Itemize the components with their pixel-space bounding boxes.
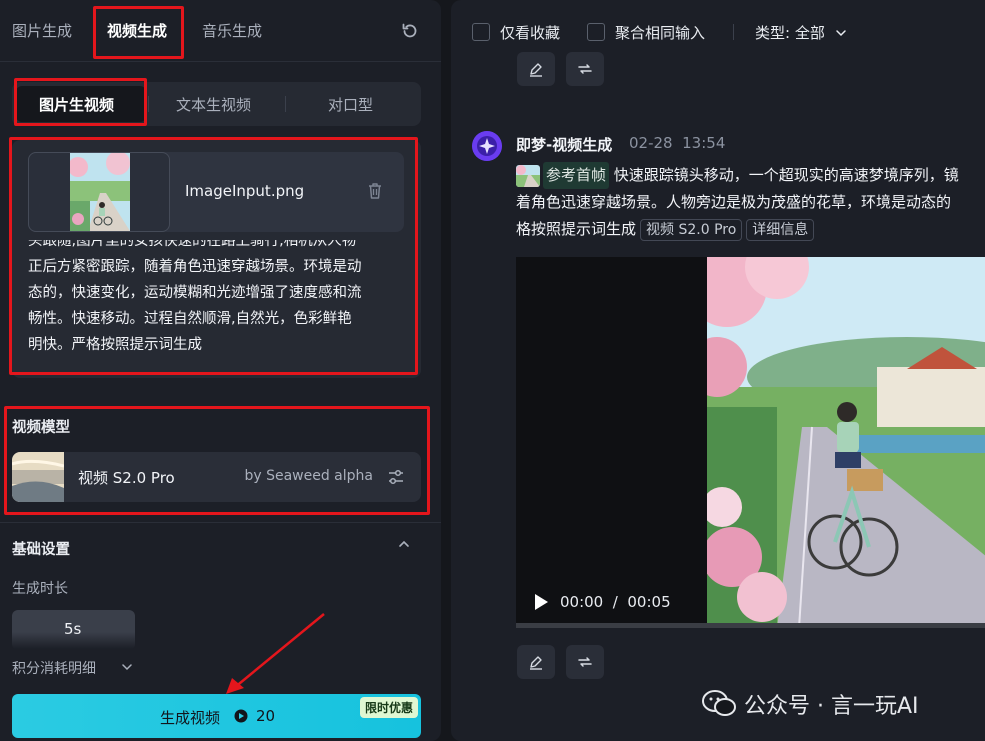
model-tag[interactable]: 视频 S2.0 Pro [640, 219, 743, 241]
message-line: 参考首帧 快速跟踪镜头移动，一个超现实的高速梦境序列，镜 [516, 162, 985, 189]
sliders-icon[interactable] [387, 468, 405, 486]
subtab-text-to-video[interactable]: 文本生视频 [176, 94, 251, 115]
reference-frame-tag[interactable]: 参考首帧 [543, 162, 610, 189]
prompt-area[interactable]: 头跟随,图片里的女孩快速的在路上骑行,相机从人物 正后方紧密跟踪，随着角色迅速穿… [12, 240, 421, 368]
message-timestamp: 02-28 13:54 [629, 134, 725, 152]
message-author: 即梦-视频生成 [516, 136, 613, 154]
prompt-line: 态的，快速变化，运动模糊和光迹增强了速度感和流 [28, 285, 362, 301]
points-icon [234, 709, 248, 723]
generate-video-button[interactable]: 生成视频 20 限时优惠 [12, 694, 421, 738]
message-line: 格按照提示词生成 视频 S2.0 Pro 详细信息 [516, 216, 985, 243]
prompt-text: 头跟随,图片里的女孩快速的在路上骑行,相机从人物 正后方紧密跟踪，随着角色迅速穿… [28, 240, 408, 358]
video-progress-bar[interactable] [516, 623, 985, 628]
left-panel: 图片生成 视频生成 音乐生成 图片生视频 文本生视频 对口型 ImageInpu… [0, 0, 441, 741]
top-nav: 图片生成 视频生成 音乐生成 [0, 0, 441, 62]
model-provider: by Seaweed alpha [244, 468, 373, 484]
duration-label: 生成时长 [12, 581, 68, 597]
scroll-fade [0, 632, 441, 660]
divider [148, 96, 149, 112]
assistant-avatar-icon [472, 131, 502, 161]
right-panel: 仅看收藏 聚合相同输入 类型: 全部 即梦-视频生成 02-28 13:54 参… [451, 0, 985, 741]
video-time: 00:00 / 00:05 [560, 593, 671, 611]
prompt-line: 头跟随,图片里的女孩快速的在路上骑行,相机从人物 [28, 240, 357, 249]
chevron-down-icon[interactable] [121, 661, 133, 673]
wechat-logo-icon [702, 690, 736, 716]
reference-frame-thumbnail[interactable] [516, 164, 540, 187]
subtab-image-to-video[interactable]: 图片生视频 [39, 94, 114, 115]
video-player[interactable]: 00:00 / 00:05 [516, 257, 985, 628]
video-current-time: 00:00 [560, 593, 604, 611]
message-date: 02-28 [629, 134, 673, 152]
play-icon[interactable] [534, 594, 548, 610]
refresh-icon[interactable] [401, 22, 419, 40]
thumb-frame [28, 152, 170, 232]
details-tag[interactable]: 详细信息 [746, 219, 815, 241]
video-frame [707, 257, 985, 628]
edit-button[interactable] [517, 645, 555, 679]
model-selector[interactable]: 视频 S2.0 Pro by Seaweed alpha [12, 452, 421, 502]
regenerate-button[interactable] [566, 645, 604, 679]
merge-checkbox[interactable] [587, 23, 605, 41]
video-duration: 00:05 [627, 593, 671, 611]
repeat-icon [578, 64, 592, 74]
pencil-icon [530, 656, 542, 670]
subtab-bar: 图片生视频 文本生视频 对口型 [12, 82, 421, 126]
video-time-separator: / [612, 593, 618, 611]
tab-image-gen[interactable]: 图片生成 [12, 20, 72, 41]
trash-icon[interactable] [367, 182, 383, 200]
message-text: 格按照提示词生成 [516, 220, 637, 238]
generate-cost: 20 [256, 707, 276, 725]
divider [733, 24, 734, 40]
points-detail-toggle[interactable]: 积分消耗明细 [12, 658, 96, 678]
divider [285, 96, 286, 112]
image-thumbnail [70, 153, 130, 231]
watermark-text: 公众号 · 言一玩AI [744, 694, 919, 719]
favorites-checkbox[interactable] [472, 23, 490, 41]
divider [0, 522, 441, 523]
message-time: 13:54 [682, 134, 726, 152]
message-body: 参考首帧 快速跟踪镜头移动，一个超现实的高速梦境序列，镜 着角色迅速穿越场景。人… [516, 162, 985, 243]
edit-button[interactable] [517, 52, 555, 86]
basic-settings-title[interactable]: 基础设置 [12, 538, 70, 559]
uploaded-file[interactable]: ImageInput.png [28, 152, 404, 232]
upload-card: ImageInput.png 头跟随,图片里的女孩快速的在路上骑行,相机从人物 … [12, 140, 421, 378]
file-name: ImageInput.png [185, 182, 305, 200]
chevron-up-icon[interactable] [397, 537, 411, 551]
tab-music-gen[interactable]: 音乐生成 [202, 20, 262, 41]
model-name: 视频 S2.0 Pro [78, 469, 175, 487]
tab-video-gen[interactable]: 视频生成 [107, 20, 167, 41]
regenerate-button[interactable] [566, 52, 604, 86]
favorites-only-label[interactable]: 仅看收藏 [500, 22, 560, 43]
message-text: 着角色迅速穿越场景。人物旁边是极为茂盛的花草，环境是动态的 [516, 193, 952, 211]
pencil-icon [530, 63, 542, 77]
repeat-icon [578, 657, 592, 667]
promo-badge: 限时优惠 [359, 697, 418, 718]
message-text: 快速跟踪镜头移动，一个超现实的高速梦境序列，镜 [613, 166, 959, 184]
prompt-line: 正后方紧密跟踪，随着角色迅速穿越场景。环境是动 [28, 259, 362, 275]
type-filter[interactable]: 类型: 全部 [755, 22, 825, 43]
model-thumbnail [12, 452, 64, 502]
chevron-down-icon[interactable] [835, 27, 847, 39]
prompt-line: 畅性。快速移动。过程自然顺滑,自然光，色彩鲜艳 [28, 311, 352, 327]
prompt-line: 明快。严格按照提示词生成 [28, 337, 202, 353]
model-section-title: 视频模型 [12, 420, 70, 436]
subtab-lip-sync[interactable]: 对口型 [328, 94, 373, 115]
merge-same-input-label[interactable]: 聚合相同输入 [615, 22, 705, 43]
generate-label: 生成视频 [160, 709, 221, 727]
